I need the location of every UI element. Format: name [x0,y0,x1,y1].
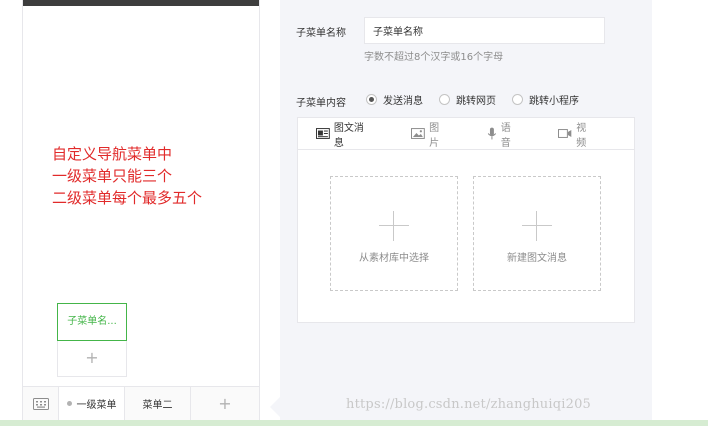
watermark: https://blog.csdn.net/zhanghuiqi205 [346,397,592,412]
create-news-card[interactable]: 新建图文消息 [473,176,601,291]
sub-menu-item[interactable]: 子菜单名... [57,303,127,341]
video-icon [558,129,572,138]
tab-image[interactable]: 图片 [411,119,449,149]
annotation-line: 一级菜单只能三个 [52,167,173,185]
sub-menu-name-input[interactable] [364,17,605,44]
annotation-line: 自定义导航菜单中 [52,145,173,163]
tab-label: 图片 [429,122,440,149]
annotation-line: 二级菜单每个最多五个 [52,189,203,207]
phone-header-bar [23,0,259,6]
radio-label: 发送消息 [383,96,423,107]
name-hint: 字数不超过8个汉字或16个字母 [364,52,504,63]
radio-unchecked-icon [439,94,450,105]
footer-strip [0,420,708,426]
tab-label: 语音 [500,122,511,149]
microphone-icon [487,127,496,140]
annotation-text: 自定义导航菜单中 一级菜单只能三个 二级菜单每个最多五个 [52,143,202,209]
bottom-menu-bar: 一级菜单 菜单二 + [23,386,259,420]
radio-checked-icon [366,94,377,105]
radio-label: 跳转小程序 [529,96,579,107]
phone-preview: 子菜单名... + 一级菜单 菜单二 + [22,0,260,420]
menu-item-second[interactable]: 菜单二 [125,387,191,420]
sub-menu-content-label: 子菜单内容 [296,98,346,109]
plus-icon [522,211,552,241]
menu-item-first[interactable]: 一级菜单 [59,387,125,420]
sub-menu-name-label: 子菜单名称 [296,28,346,39]
card-caption: 新建图文消息 [507,253,567,264]
tab-video[interactable]: 视频 [558,119,596,149]
tab-voice[interactable]: 语音 [487,119,521,149]
radio-open-webpage[interactable]: 跳转网页 [439,92,496,107]
tab-label: 视频 [576,122,587,149]
radio-label: 跳转网页 [456,96,496,107]
message-content-box: 图文消息 图片 语音 视频 从素材库中选择 新建图文消息 [297,117,635,323]
content-type-radio-group: 发送消息 跳转网页 跳转小程序 [366,92,595,107]
message-type-tabs: 图文消息 图片 语音 视频 [298,118,634,150]
plus-icon [379,211,409,241]
add-menu-button[interactable]: + [191,387,259,420]
radio-unchecked-icon [512,94,523,105]
keyboard-icon[interactable] [23,387,59,420]
tab-label: 图文消息 [333,122,364,149]
card-caption: 从素材库中选择 [359,253,429,264]
menu-item-label: 菜单二 [142,400,173,411]
add-sub-menu-button[interactable]: + [57,341,127,377]
select-from-library-card[interactable]: 从素材库中选择 [330,176,458,291]
panel-pointer [270,397,280,417]
radio-open-miniprogram[interactable]: 跳转小程序 [512,92,579,107]
radio-send-message[interactable]: 发送消息 [366,92,423,107]
tab-news[interactable]: 图文消息 [316,119,373,149]
image-icon [411,128,426,139]
menu-dot-icon [66,401,72,406]
menu-item-label: 一级菜单 [76,400,117,411]
news-icon [316,128,330,139]
